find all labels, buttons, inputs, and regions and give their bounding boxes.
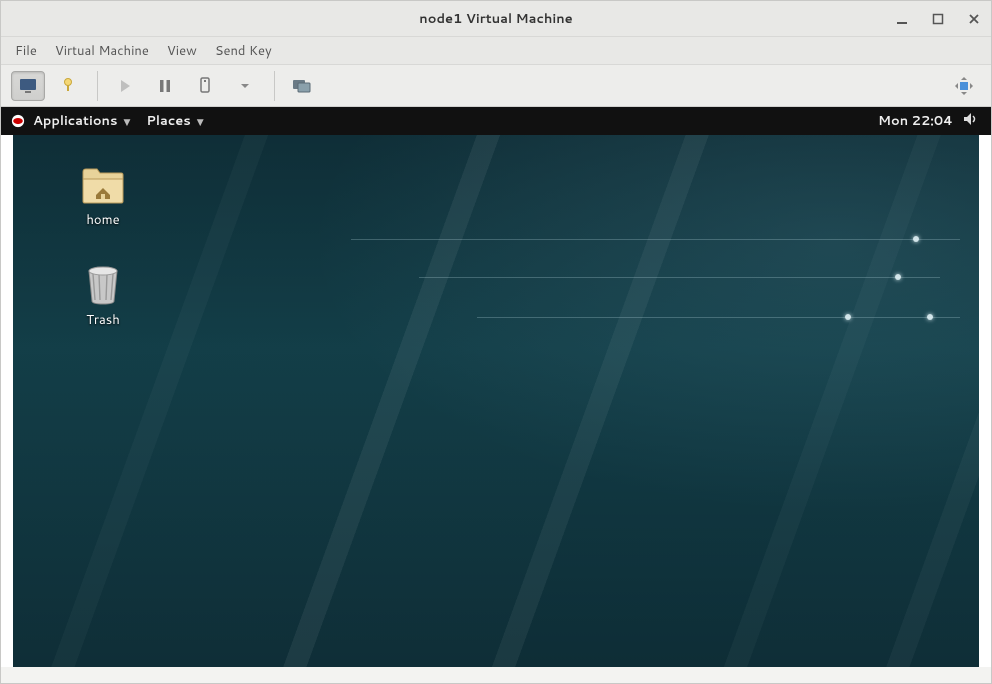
titlebar: node1 Virtual Machine — [1, 1, 991, 37]
pause-button[interactable] — [148, 71, 182, 101]
decor-line — [419, 277, 941, 278]
menu-file[interactable]: File — [15, 42, 37, 60]
guest-top-panel: Applications ▼ Places ▼ Mon 22:04 — [1, 107, 991, 135]
decor-dot — [927, 314, 933, 320]
run-button[interactable] — [108, 71, 142, 101]
menubar: File Virtual Machine View Send Key — [1, 37, 991, 65]
decor-dot — [913, 236, 919, 242]
vm-window: node1 Virtual Machine File Virtual Machi… — [0, 0, 992, 684]
folder-home-icon — [80, 165, 126, 205]
toolbar — [1, 65, 991, 107]
shutdown-button[interactable] — [188, 71, 222, 101]
applications-label: Applications — [33, 112, 117, 130]
desktop-icon-home[interactable]: home — [63, 165, 143, 229]
chevron-down-icon: ▼ — [197, 115, 204, 128]
distro-logo-icon — [11, 114, 25, 128]
desktop-icon-label: home — [63, 211, 143, 229]
snapshots-button[interactable] — [285, 71, 319, 101]
places-menu[interactable]: Places ▼ — [138, 112, 211, 130]
minimize-button[interactable] — [891, 8, 913, 30]
window-controls — [891, 8, 985, 30]
desktop-icon-label: Trash — [63, 311, 143, 329]
decor-line — [477, 317, 960, 318]
panel-clock[interactable]: Mon 22:04 — [878, 112, 961, 130]
decor-dot — [895, 274, 901, 280]
close-button[interactable] — [963, 8, 985, 30]
menu-view[interactable]: View — [167, 42, 197, 60]
desktop-icon-trash[interactable]: Trash — [63, 265, 143, 329]
fullscreen-button[interactable] — [947, 71, 981, 101]
guest-display[interactable]: Applications ▼ Places ▼ Mon 22:04 — [1, 107, 991, 683]
guest-bottom-strip — [1, 667, 991, 683]
menu-send-key[interactable]: Send Key — [215, 42, 272, 60]
guest-desktop[interactable]: home Trash — [13, 135, 979, 667]
volume-icon[interactable] — [961, 112, 981, 131]
details-button[interactable] — [51, 71, 85, 101]
chevron-down-icon: ▼ — [123, 115, 130, 128]
decor-dot — [845, 314, 851, 320]
menu-virtual-machine[interactable]: Virtual Machine — [55, 42, 149, 60]
trash-icon — [80, 265, 126, 305]
maximize-button[interactable] — [927, 8, 949, 30]
places-label: Places — [146, 112, 190, 130]
console-button[interactable] — [11, 71, 45, 101]
applications-menu[interactable]: Applications ▼ — [25, 112, 138, 130]
window-title: node1 Virtual Machine — [1, 10, 991, 28]
decor-line — [351, 239, 960, 240]
shutdown-dropdown[interactable] — [228, 71, 262, 101]
